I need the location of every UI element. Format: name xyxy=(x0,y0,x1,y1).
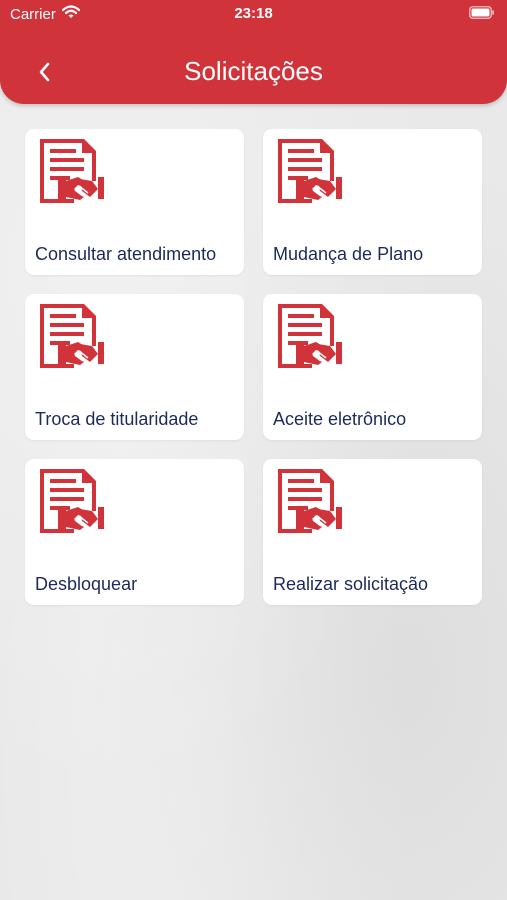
status-bar: Carrier 23:18 xyxy=(0,0,507,30)
document-handshake-icon xyxy=(278,304,342,368)
document-handshake-icon xyxy=(40,304,104,368)
card-label: Desbloquear xyxy=(35,574,138,594)
card-realizar-solicitacao[interactable]: Realizar solicitação xyxy=(263,459,482,605)
card-desbloquear[interactable]: Desbloquear xyxy=(25,459,244,605)
card-label: Troca de titularidade xyxy=(35,409,199,429)
card-aceite-eletronico[interactable]: Aceite eletrônico xyxy=(263,294,482,440)
card-mudanca-de-plano[interactable]: Mudança de Plano xyxy=(263,129,482,275)
document-handshake-icon xyxy=(40,469,104,533)
battery-icon xyxy=(469,6,495,24)
page-title: Solicitações xyxy=(184,56,323,86)
card-troca-de-titularidade[interactable]: Troca de titularidade xyxy=(25,294,244,440)
status-time: 23:18 xyxy=(234,5,273,22)
document-handshake-icon xyxy=(278,139,342,203)
card-label: Mudança de Plano xyxy=(273,244,424,264)
card-label: Aceite eletrônico xyxy=(273,409,407,429)
card-label: Realizar solicitação xyxy=(273,574,429,594)
request-options-grid: Consultar atendimento Mudança de Plano T… xyxy=(25,129,482,605)
card-label: Consultar atendimento xyxy=(35,244,217,264)
document-handshake-icon xyxy=(40,139,104,203)
document-handshake-icon xyxy=(278,469,342,533)
card-consultar-atendimento[interactable]: Consultar atendimento xyxy=(25,129,244,275)
app-header: Carrier 23:18 Solicitações xyxy=(0,0,507,104)
